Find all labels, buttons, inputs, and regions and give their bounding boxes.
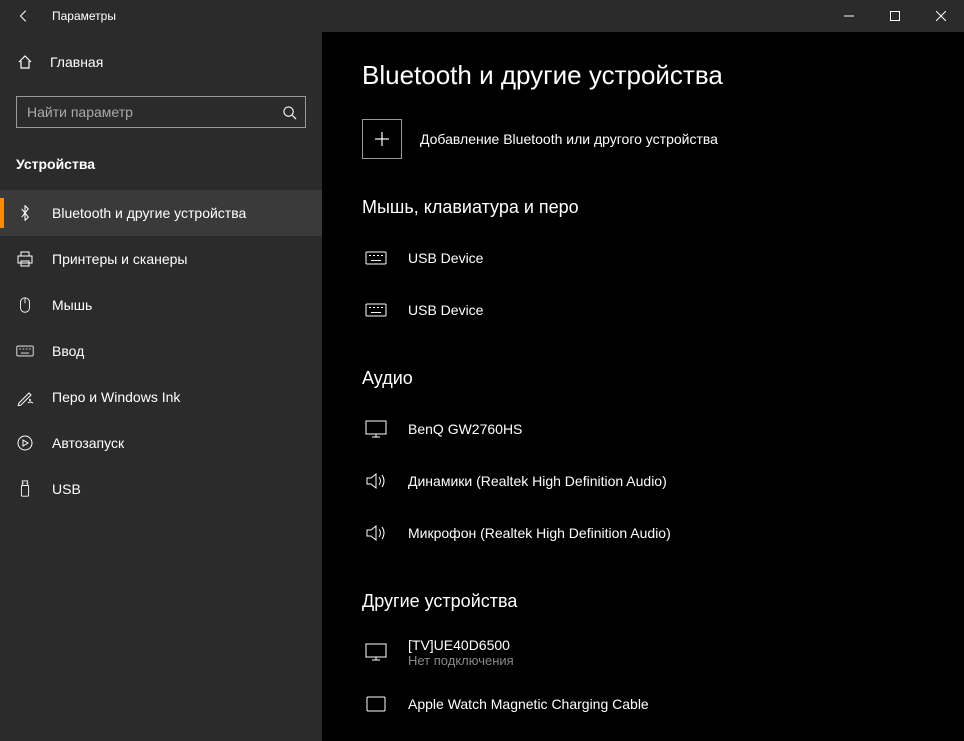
nav-item-bluetooth[interactable]: Bluetooth и другие устройства <box>0 190 322 236</box>
search-box[interactable] <box>16 96 306 128</box>
device-name: USB Device <box>408 250 483 266</box>
nav-item-label: USB <box>52 481 81 497</box>
nav-item-mouse[interactable]: Мышь <box>0 282 322 328</box>
titlebar: Параметры <box>0 0 964 32</box>
nav-item-pen[interactable]: Перо и Windows Ink <box>0 374 322 420</box>
device-name: BenQ GW2760HS <box>408 421 522 437</box>
plus-icon <box>362 119 402 159</box>
nav-item-label: Ввод <box>52 343 84 359</box>
maximize-button[interactable] <box>872 0 918 32</box>
close-button[interactable] <box>918 0 964 32</box>
nav-item-usb[interactable]: USB <box>0 466 322 512</box>
monitor-icon <box>362 642 390 662</box>
nav-item-keyboard[interactable]: Ввод <box>0 328 322 374</box>
device-name: USB Device <box>408 302 483 318</box>
window-title: Параметры <box>52 9 116 23</box>
section-title: Аудио <box>362 368 924 389</box>
nav-item-label: Принтеры и сканеры <box>52 251 187 267</box>
device-name: [TV]UE40D6500 <box>408 637 514 653</box>
device-row[interactable]: USB Device <box>362 284 924 336</box>
device-row[interactable]: Динамики (Realtek High Definition Audio) <box>362 455 924 507</box>
pen-icon <box>16 388 34 406</box>
device-status: Нет подключения <box>408 653 514 668</box>
nav-item-label: Мышь <box>52 297 92 313</box>
home-label: Главная <box>50 54 103 70</box>
device-name: Apple Watch Magnetic Charging Cable <box>408 696 649 712</box>
usb-icon <box>16 480 34 498</box>
keyboard-icon <box>362 302 390 318</box>
sidebar: Главная Устройства Bluetooth и другие ус… <box>0 32 322 741</box>
section-title: Мышь, клавиатура и перо <box>362 197 924 218</box>
device-icon <box>362 695 390 713</box>
autoplay-icon <box>16 434 34 452</box>
home-link[interactable]: Главная <box>0 40 322 84</box>
main-content: Bluetooth и другие устройства Добавление… <box>322 32 964 741</box>
speaker-icon <box>362 471 390 491</box>
nav-item-label: Перо и Windows Ink <box>52 389 180 405</box>
nav-item-label: Автозапуск <box>52 435 124 451</box>
monitor-icon <box>362 419 390 439</box>
device-name: Динамики (Realtek High Definition Audio) <box>408 473 667 489</box>
nav-item-printer[interactable]: Принтеры и сканеры <box>0 236 322 282</box>
nav-item-label: Bluetooth и другие устройства <box>52 205 246 221</box>
device-row[interactable]: USB Device <box>362 232 924 284</box>
keyboard-icon <box>362 250 390 266</box>
speaker-icon <box>362 523 390 543</box>
printer-icon <box>16 250 34 268</box>
search-icon <box>273 105 305 120</box>
device-row[interactable]: Apple Watch Magnetic Charging Cable <box>362 678 924 730</box>
device-name: Микрофон (Realtek High Definition Audio) <box>408 525 671 541</box>
minimize-button[interactable] <box>826 0 872 32</box>
back-button[interactable] <box>0 0 48 32</box>
keyboard-icon <box>16 342 34 360</box>
add-device-button[interactable]: Добавление Bluetooth или другого устройс… <box>362 119 924 159</box>
device-row[interactable]: [TV]UE40D6500Нет подключения <box>362 626 924 678</box>
section-title: Другие устройства <box>362 591 924 612</box>
search-input[interactable] <box>17 104 273 120</box>
home-icon <box>16 53 34 71</box>
mouse-icon <box>16 296 34 314</box>
device-row[interactable]: Микрофон (Realtek High Definition Audio) <box>362 507 924 559</box>
add-device-label: Добавление Bluetooth или другого устройс… <box>420 131 718 147</box>
device-row[interactable]: BenQ GW2760HS <box>362 403 924 455</box>
page-title: Bluetooth и другие устройства <box>362 60 924 91</box>
sidebar-heading: Устройства <box>0 144 322 190</box>
bluetooth-icon <box>16 204 34 222</box>
nav-item-autoplay[interactable]: Автозапуск <box>0 420 322 466</box>
